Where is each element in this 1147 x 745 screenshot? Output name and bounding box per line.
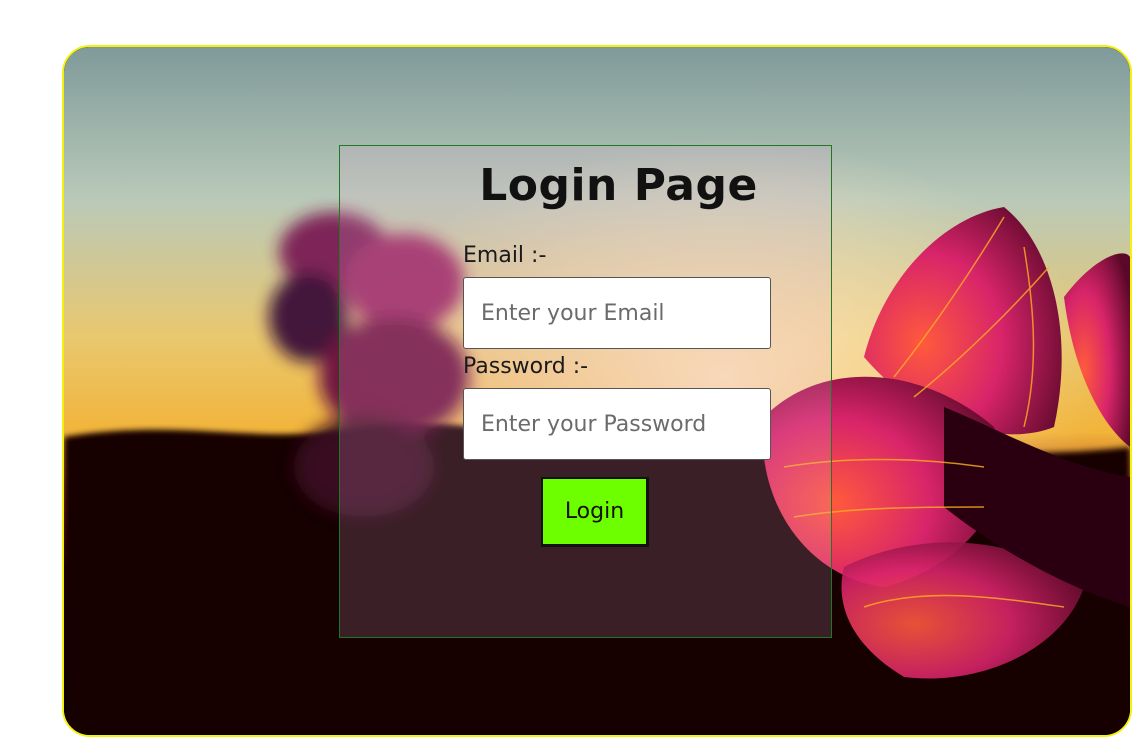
password-field[interactable] (463, 388, 771, 460)
login-form: Login Page Email :- Password :- Login (339, 145, 832, 638)
email-label: Email :- (463, 243, 547, 268)
page-title: Login Page (479, 160, 758, 211)
password-label: Password :- (463, 354, 589, 379)
email-field[interactable] (463, 277, 771, 349)
login-button[interactable]: Login (541, 477, 649, 547)
login-frame: Login Page Email :- Password :- Login (62, 45, 1132, 737)
